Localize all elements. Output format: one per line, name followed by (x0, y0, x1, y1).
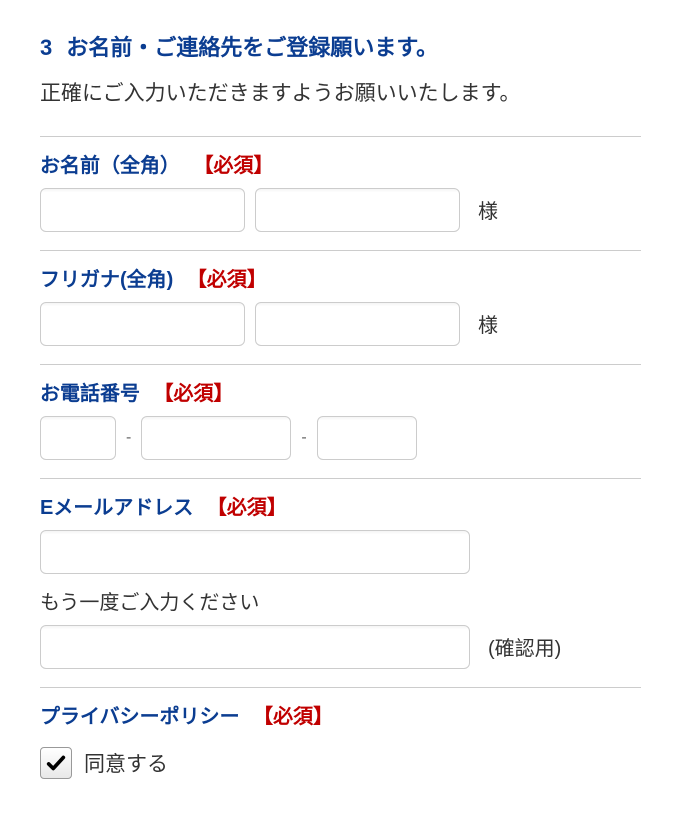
phone-label-row: お電話番号 【必須】 (40, 377, 641, 406)
privacy-checkbox-label: 同意する (84, 748, 168, 778)
name-required: 【必須】 (194, 155, 274, 177)
furigana-label: フリガナ(全角) (40, 269, 173, 291)
phone-section: お電話番号 【必須】 - - (40, 364, 641, 478)
name-first-input[interactable] (255, 188, 460, 232)
phone-last-input[interactable] (317, 416, 417, 460)
email-confirm-suffix: (確認用) (488, 632, 561, 661)
email-required: 【必須】 (207, 497, 287, 519)
privacy-required: 【必須】 (253, 706, 333, 728)
email-confirm-input[interactable] (40, 625, 470, 669)
name-label: お名前（全角） (40, 155, 180, 177)
phone-input-row: - - (40, 416, 641, 460)
email-label: Eメールアドレス (40, 497, 193, 519)
name-input-row: 様 (40, 188, 641, 232)
email-section: Eメールアドレス 【必須】 もう一度ご入力ください (確認用) (40, 478, 641, 687)
furigana-last-input[interactable] (40, 302, 245, 346)
privacy-checkbox[interactable] (40, 747, 72, 779)
phone-area-input[interactable] (40, 416, 116, 460)
section-heading: 3 お名前・ご連絡先をご登録願います。 (40, 30, 641, 62)
phone-required: 【必須】 (154, 383, 234, 405)
name-section: お名前（全角） 【必須】 様 (40, 136, 641, 250)
email-input-row (40, 530, 641, 574)
section-number: 3 (40, 35, 52, 60)
furigana-input-row: 様 (40, 302, 641, 346)
check-icon (45, 752, 67, 774)
name-suffix: 様 (478, 195, 498, 224)
furigana-suffix: 様 (478, 309, 498, 338)
privacy-section: プライバシーポリシー 【必須】 同意する (40, 687, 641, 797)
phone-sep-2: - (301, 429, 306, 447)
furigana-label-row: フリガナ(全角) 【必須】 (40, 263, 641, 292)
privacy-label: プライバシーポリシー (40, 706, 240, 728)
furigana-section: フリガナ(全角) 【必須】 様 (40, 250, 641, 364)
privacy-checkbox-row: 同意する (40, 747, 641, 779)
email-input[interactable] (40, 530, 470, 574)
email-hint: もう一度ご入力ください (40, 586, 641, 615)
furigana-first-input[interactable] (255, 302, 460, 346)
phone-sep-1: - (126, 429, 131, 447)
phone-label: お電話番号 (40, 383, 140, 405)
privacy-label-row: プライバシーポリシー 【必須】 (40, 700, 641, 729)
phone-middle-input[interactable] (141, 416, 291, 460)
email-confirm-row: (確認用) (40, 625, 641, 669)
section-subtext: 正確にご入力いただきますようお願いいたします。 (40, 77, 641, 111)
section-title: お名前・ご連絡先をご登録願います。 (66, 35, 438, 60)
email-label-row: Eメールアドレス 【必須】 (40, 491, 641, 520)
name-last-input[interactable] (40, 188, 245, 232)
furigana-required: 【必須】 (187, 269, 267, 291)
name-label-row: お名前（全角） 【必須】 (40, 149, 641, 178)
